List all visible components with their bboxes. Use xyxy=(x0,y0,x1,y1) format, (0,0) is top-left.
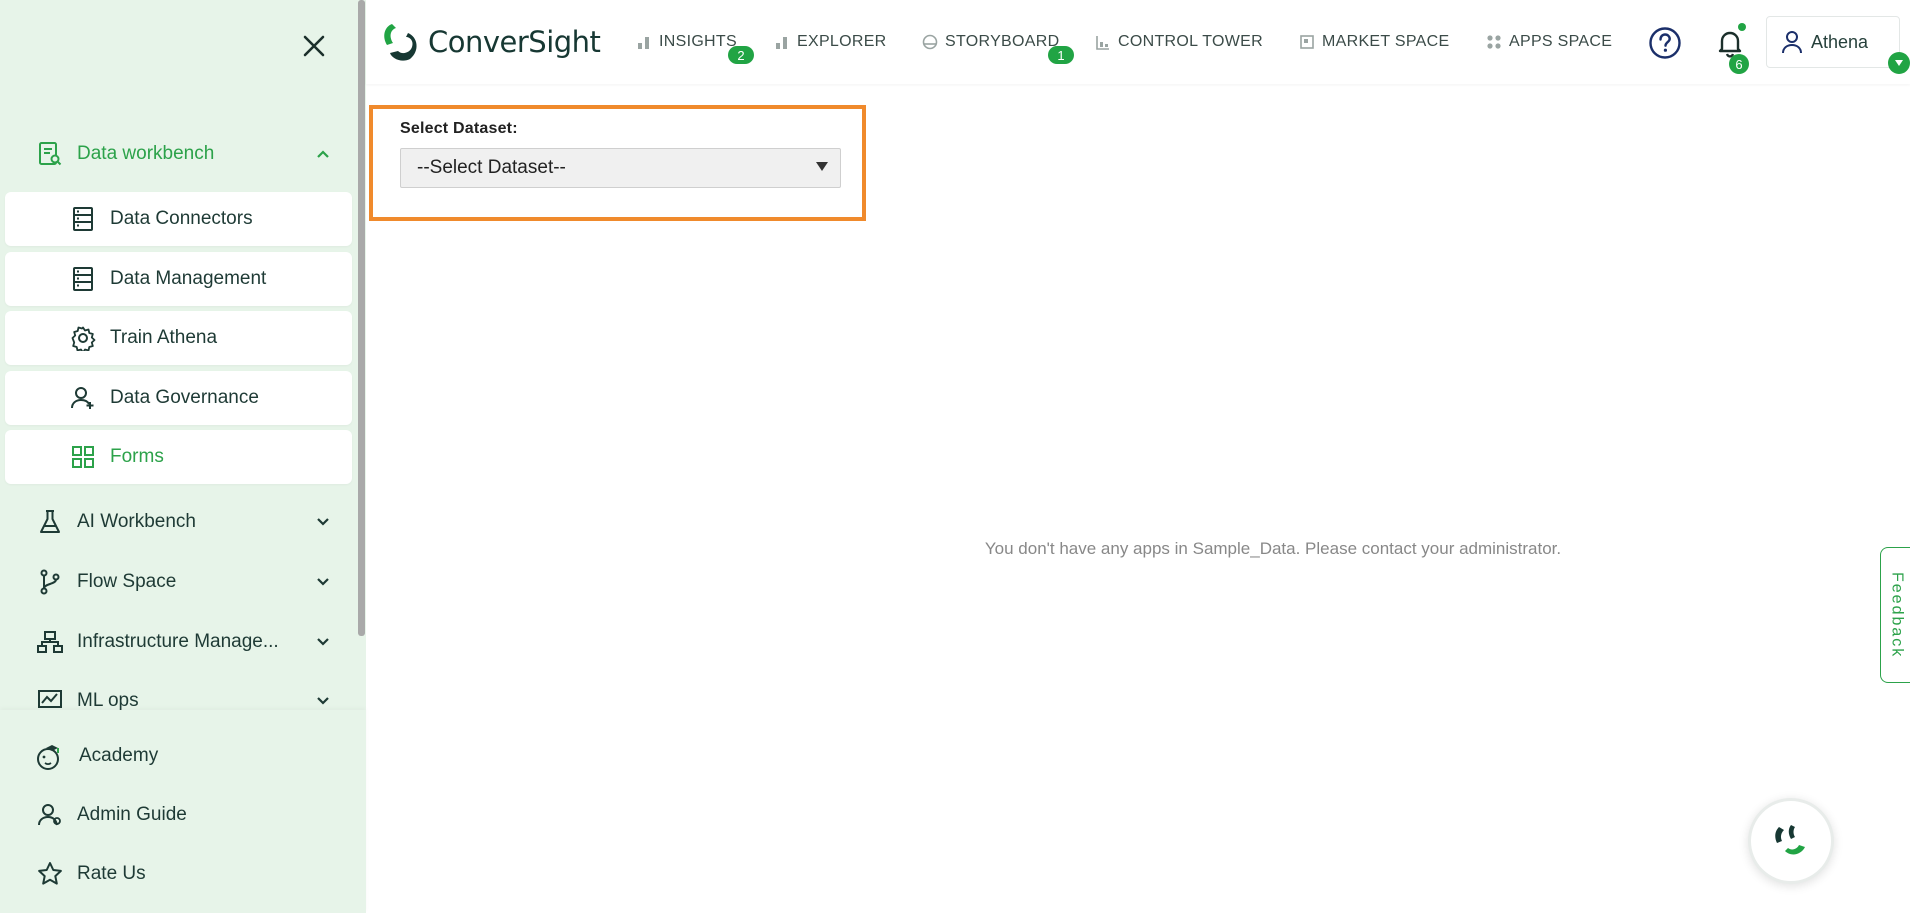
tower-icon xyxy=(1095,34,1111,50)
sidebar-subitem-data-connectors[interactable]: Data Connectors xyxy=(5,192,352,246)
sidebar-item-label: Flow Space xyxy=(77,571,177,592)
sidebar-subitem-label: Train Athena xyxy=(110,327,218,348)
help-button[interactable] xyxy=(1648,26,1682,60)
user-name: Athena xyxy=(1811,31,1869,52)
bar-chart-icon xyxy=(774,34,790,50)
sidebar-item-rate-us[interactable]: Rate Us xyxy=(0,846,352,902)
feedback-tab[interactable]: Feedback xyxy=(1880,547,1910,683)
nav-storyboard[interactable]: STORYBOARD xyxy=(922,30,1059,54)
git-branch-icon xyxy=(36,568,64,596)
help-icon xyxy=(1649,27,1681,59)
star-icon xyxy=(36,860,64,888)
sidebar-item-label: Data workbench xyxy=(77,143,215,164)
top-navbar: ConverSight INSIGHTS 2 EXPLORER STORYBOA… xyxy=(366,0,1910,84)
sidebar-item-label: Infrastructure Manage... xyxy=(77,631,279,652)
nav-label: APPS SPACE xyxy=(1509,33,1613,50)
sidebar-item-academy[interactable]: Academy xyxy=(0,728,352,784)
nav-label: MARKET SPACE xyxy=(1322,33,1450,50)
brand-logo[interactable]: ConverSight xyxy=(378,20,601,64)
nav-apps-space[interactable]: APPS SPACE xyxy=(1486,30,1612,54)
notifications-badge: 6 xyxy=(1729,54,1749,74)
sidebar-item-label: Admin Guide xyxy=(77,804,187,825)
nav-control-tower[interactable]: CONTROL TOWER xyxy=(1095,30,1263,54)
chatbot-launcher[interactable] xyxy=(1748,798,1834,884)
grid-icon xyxy=(69,443,97,471)
sidebar-subitem-train-athena[interactable]: Train Athena xyxy=(5,311,352,365)
apps-icon xyxy=(1486,34,1502,50)
nav-label: INSIGHTS xyxy=(659,33,737,50)
sidebar-item-admin-guide[interactable]: Admin Guide xyxy=(0,787,352,843)
nav-insights[interactable]: INSIGHTS xyxy=(636,30,737,54)
sidebar-subitem-data-management[interactable]: Data Management xyxy=(5,252,352,306)
academy-icon xyxy=(36,742,64,770)
chevron-down-icon[interactable] xyxy=(312,571,334,593)
data-workbench-icon xyxy=(36,140,64,168)
chevron-down-icon[interactable] xyxy=(312,511,334,533)
sidebar-subitem-forms[interactable]: Forms xyxy=(5,430,352,484)
sidebar-item-label: AI Workbench xyxy=(77,511,196,532)
dataset-select[interactable]: --Select Dataset-- xyxy=(400,148,841,188)
dropdown-caret-icon xyxy=(816,162,828,171)
sidebar-subitem-label: Data Governance xyxy=(110,387,259,408)
caret-down-icon xyxy=(1895,60,1903,66)
sidebar-subitem-label: Data Management xyxy=(110,268,267,289)
nav-label: CONTROL TOWER xyxy=(1118,33,1263,50)
server-icon xyxy=(69,265,97,293)
close-icon xyxy=(303,35,325,57)
select-dataset-label: Select Dataset: xyxy=(400,120,518,137)
chevron-up-icon[interactable] xyxy=(312,143,334,165)
notification-dot xyxy=(1738,23,1746,31)
feedback-label: Feedback xyxy=(1888,571,1906,659)
chevron-down-icon[interactable] xyxy=(312,631,334,653)
sidebar-item-infrastructure[interactable]: Infrastructure Manage... xyxy=(0,614,352,670)
conversight-logo-icon xyxy=(384,24,417,61)
nav-explorer[interactable]: EXPLORER xyxy=(774,30,887,54)
assistant-avatar-icon xyxy=(1775,825,1805,855)
nav-label: STORYBOARD xyxy=(945,33,1060,50)
close-sidebar-button[interactable] xyxy=(296,28,332,64)
sidebar-item-data-workbench[interactable]: Data workbench xyxy=(0,126,352,182)
sidebar-subitem-data-governance[interactable]: Data Governance xyxy=(5,371,352,425)
insights-badge: 2 xyxy=(728,46,754,64)
storyboard-icon xyxy=(922,34,938,50)
gear-icon xyxy=(69,324,97,352)
sidebar-subitem-label: Data Connectors xyxy=(110,208,253,229)
nav-label: EXPLORER xyxy=(797,33,887,50)
bar-chart-icon xyxy=(636,34,652,50)
storyboard-badge: 1 xyxy=(1048,46,1074,64)
user-guide-icon xyxy=(36,801,64,829)
sitemap-icon xyxy=(36,628,64,656)
flask-icon xyxy=(36,508,64,536)
sidebar-item-flow-space[interactable]: Flow Space xyxy=(0,554,352,610)
chevron-down-icon[interactable] xyxy=(312,690,334,712)
app-root: Data workbench Data Connectors Data Mana… xyxy=(0,0,1910,913)
sidebar-subitem-label: Forms xyxy=(110,446,164,467)
brand-name: ConverSight xyxy=(428,25,601,59)
market-icon xyxy=(1299,34,1315,50)
dataset-select-value: --Select Dataset-- xyxy=(417,157,566,178)
user-plus-icon xyxy=(69,384,97,412)
user-menu[interactable]: Athena xyxy=(1766,16,1900,68)
nav-market-space[interactable]: MARKET SPACE xyxy=(1299,30,1449,54)
sidebar: Data workbench Data Connectors Data Mana… xyxy=(0,0,366,913)
sidebar-bottom: Academy Admin Guide Rate Us xyxy=(0,710,366,913)
sidebar-item-label: ML ops xyxy=(77,690,139,711)
sidebar-item-label: Rate Us xyxy=(77,863,146,884)
user-menu-toggle[interactable] xyxy=(1888,52,1910,74)
sidebar-item-label: Academy xyxy=(79,745,159,766)
empty-state-message: You don't have any apps in Sample_Data. … xyxy=(984,539,1562,558)
user-icon xyxy=(1779,29,1805,55)
server-icon xyxy=(69,205,97,233)
